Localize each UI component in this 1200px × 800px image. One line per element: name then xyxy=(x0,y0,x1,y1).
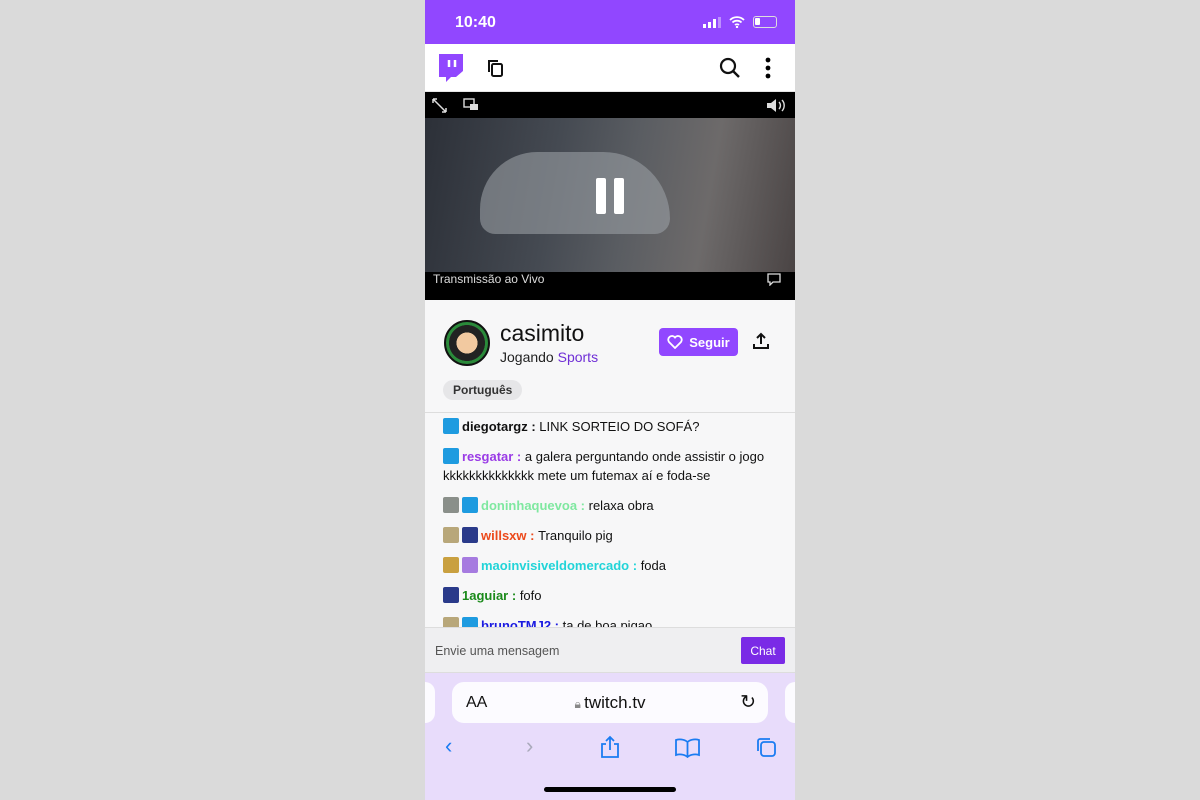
chat-separator: : xyxy=(577,498,589,513)
pause-icon[interactable] xyxy=(596,178,624,214)
chat-separator: : xyxy=(526,528,539,543)
channel-info: casimito Jogando Sports Seguir Português xyxy=(425,300,795,413)
wifi-icon xyxy=(729,16,745,28)
chat-username[interactable]: doninhaquevoa xyxy=(481,498,577,513)
follow-button[interactable]: Seguir xyxy=(659,328,738,356)
chat-text: relaxa obra xyxy=(588,498,654,513)
chat-username[interactable]: willsxw xyxy=(481,528,527,543)
picture-in-picture-icon[interactable] xyxy=(463,98,479,111)
reload-icon[interactable]: ↻ xyxy=(740,691,756,714)
chat-message: maoinvisiveldomercado : foda xyxy=(443,556,777,575)
chat-badge-icon[interactable] xyxy=(443,527,459,543)
chat-input-bar: Envie uma mensagem Chat xyxy=(425,627,795,673)
signal-icon xyxy=(703,16,721,28)
chat-badge-icon[interactable] xyxy=(443,557,459,573)
clock: 10:40 xyxy=(455,14,496,31)
chat-message: resgatar : a galera perguntando onde ass… xyxy=(443,447,777,485)
chat-message: willsxw : Tranquilo pig xyxy=(443,526,777,545)
language-tag[interactable]: Português xyxy=(443,380,523,400)
chat-text: fofo xyxy=(519,588,542,603)
status-bar: 10:40 xyxy=(425,0,795,44)
battery-icon xyxy=(753,16,777,28)
chat-text: Tranquilo pig xyxy=(538,528,613,543)
video-player[interactable]: Transmissão ao Vivo xyxy=(425,92,795,300)
chat-message: brunoTMJ2 : ta de boa pigao xyxy=(443,616,777,627)
chat-badge-icon[interactable] xyxy=(443,418,459,434)
live-label: Transmissão ao Vivo xyxy=(433,272,545,286)
copy-icon[interactable] xyxy=(486,58,506,78)
chat-badge-icon[interactable] xyxy=(462,557,478,573)
chat-message: diegotargz : LINK SORTEIO DO SOFÁ? xyxy=(443,417,777,436)
chat-badge-icon[interactable] xyxy=(443,587,459,603)
chat-text: foda xyxy=(640,558,666,573)
chat-badge-icon[interactable] xyxy=(462,527,478,543)
chat-message: 1aguiar : fofo xyxy=(443,586,777,605)
category-line: Jogando Sports xyxy=(500,349,598,365)
chat-separator: : xyxy=(551,618,563,627)
chat-separator: : xyxy=(513,449,525,464)
heart-icon xyxy=(667,335,683,349)
chat-badge-icon[interactable] xyxy=(443,497,459,513)
chat-text: ta de boa pigao xyxy=(562,618,653,627)
channel-avatar[interactable] xyxy=(444,320,490,366)
chat-list[interactable]: diegotargz : LINK SORTEIO DO SOFÁ? resgat… xyxy=(425,413,795,627)
chat-badge-icon[interactable] xyxy=(443,448,459,464)
volume-icon[interactable] xyxy=(766,98,788,113)
forward-icon: › xyxy=(526,733,534,758)
fullscreen-icon[interactable] xyxy=(432,98,447,113)
chat-separator: : xyxy=(629,558,641,573)
next-tab-preview[interactable] xyxy=(785,682,795,723)
chat-input[interactable]: Envie uma mensagem xyxy=(435,644,559,658)
chat-message: doninhaquevoa : relaxa obra xyxy=(443,496,777,515)
share-icon[interactable] xyxy=(600,735,620,759)
chat-username[interactable]: resgatar xyxy=(462,449,513,464)
chat-text: LINK SORTEIO DO SOFÁ? xyxy=(539,419,700,434)
chat-username[interactable]: brunoTMJ2 xyxy=(481,618,551,627)
chat-badge-icon[interactable] xyxy=(443,617,459,627)
chat-username[interactable]: maoinvisiveldomercado xyxy=(481,558,629,573)
send-chat-button[interactable]: Chat xyxy=(741,637,785,664)
phone-screen: 10:40 Transmissão ao Vivo casimito Jogan… xyxy=(425,0,795,800)
browser-toolbar: AA 🔒︎ twitch.tv ↻ ‹ › xyxy=(425,673,795,800)
playing-label: Jogando xyxy=(500,349,554,365)
chat-separator: : xyxy=(527,419,540,434)
category-link[interactable]: Sports xyxy=(558,349,598,365)
lock-icon: 🔒︎ xyxy=(574,697,585,711)
chat-separator: : xyxy=(508,588,520,603)
twitch-logo-icon[interactable] xyxy=(436,53,464,83)
back-icon[interactable]: ‹ xyxy=(445,733,452,759)
bookmarks-icon[interactable] xyxy=(675,738,700,758)
share-icon[interactable] xyxy=(752,332,770,350)
more-vertical-icon[interactable] xyxy=(764,57,772,79)
address-bar[interactable]: AA 🔒︎ twitch.tv ↻ xyxy=(452,682,768,723)
search-icon[interactable] xyxy=(719,57,741,79)
tabs-icon[interactable] xyxy=(755,736,777,758)
previous-tab-preview[interactable] xyxy=(425,682,435,723)
chat-badge-icon[interactable] xyxy=(462,617,478,627)
chat-toggle-icon[interactable] xyxy=(767,273,781,286)
chat-username[interactable]: 1aguiar xyxy=(462,588,508,603)
follow-label: Seguir xyxy=(689,334,730,350)
channel-name[interactable]: casimito xyxy=(500,320,584,347)
home-indicator[interactable] xyxy=(544,787,676,792)
app-header xyxy=(425,44,795,92)
chat-badge-icon[interactable] xyxy=(462,497,478,513)
url-text[interactable]: twitch.tv xyxy=(584,693,645,712)
chat-username[interactable]: diegotargz xyxy=(462,419,528,434)
